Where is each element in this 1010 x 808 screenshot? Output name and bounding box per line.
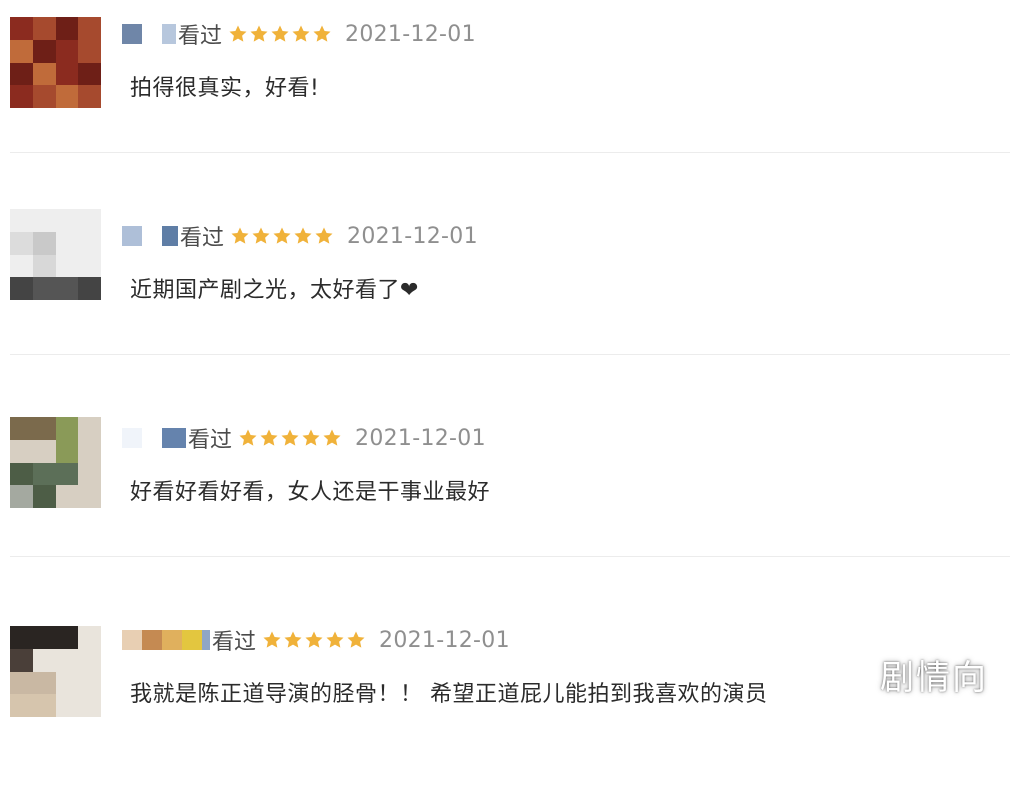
review-item: 看过 2021-12-01 拍得很真实，好看!	[0, 0, 1010, 202]
star-icon	[230, 226, 250, 246]
star-icon	[322, 428, 342, 448]
star-icon	[280, 428, 300, 448]
watched-label: 看过	[212, 630, 257, 655]
star-icon	[291, 24, 311, 44]
star-icon	[270, 24, 290, 44]
divider	[10, 556, 1010, 557]
star-icon	[272, 226, 292, 246]
avatar[interactable]	[10, 209, 101, 300]
username-redacted[interactable]	[122, 224, 178, 248]
star-icon	[325, 630, 345, 650]
rating-stars	[230, 226, 335, 246]
watched-label: 看过	[188, 428, 233, 453]
watermark-text: 剧情向	[880, 658, 988, 698]
review-comment: 好看好看好看，女人还是干事业最好	[130, 480, 491, 505]
rating-stars	[262, 630, 367, 650]
review-date: 2021-12-01	[379, 627, 510, 653]
review-date: 2021-12-01	[347, 223, 478, 249]
star-icon	[283, 630, 303, 650]
star-icon	[238, 428, 258, 448]
username-redacted[interactable]	[122, 628, 210, 652]
divider	[10, 354, 1010, 355]
review-meta: 看过 2021-12-01	[122, 422, 486, 454]
avatar[interactable]	[10, 417, 101, 508]
star-icon	[249, 24, 269, 44]
star-icon	[262, 630, 282, 650]
review-item: 看过 2021-12-01 我就是陈正道导演的胫骨！！ 希望正道屁儿能拍到我喜欢…	[0, 606, 1010, 808]
review-meta: 看过 2021-12-01	[122, 624, 510, 656]
review-item: 看过 2021-12-01 好看好看好看，女人还是干事业最好	[0, 404, 1010, 606]
star-icon	[251, 226, 271, 246]
star-icon	[312, 24, 332, 44]
avatar[interactable]	[10, 626, 101, 717]
watched-label: 看过	[178, 24, 223, 49]
username-redacted[interactable]	[122, 426, 186, 450]
star-icon	[293, 226, 313, 246]
review-comment: 拍得很真实，好看!	[130, 76, 320, 101]
star-icon	[259, 428, 279, 448]
review-comment: 近期国产剧之光，太好看了❤	[130, 278, 419, 303]
rating-stars	[238, 428, 343, 448]
review-item: 看过 2021-12-01 近期国产剧之光，太好看了❤	[0, 202, 1010, 404]
username-redacted[interactable]	[122, 22, 176, 46]
star-icon	[314, 226, 334, 246]
review-meta: 看过 2021-12-01	[122, 220, 478, 252]
star-icon	[301, 428, 321, 448]
avatar[interactable]	[10, 17, 101, 108]
watched-label: 看过	[180, 226, 225, 251]
star-icon	[304, 630, 324, 650]
review-date: 2021-12-01	[345, 21, 476, 47]
review-meta: 看过 2021-12-01	[122, 18, 476, 50]
divider	[10, 152, 1010, 153]
rating-stars	[228, 24, 333, 44]
star-icon	[346, 630, 366, 650]
review-comment: 我就是陈正道导演的胫骨！！ 希望正道屁儿能拍到我喜欢的演员	[130, 682, 768, 707]
star-icon	[228, 24, 248, 44]
review-date: 2021-12-01	[355, 425, 486, 451]
